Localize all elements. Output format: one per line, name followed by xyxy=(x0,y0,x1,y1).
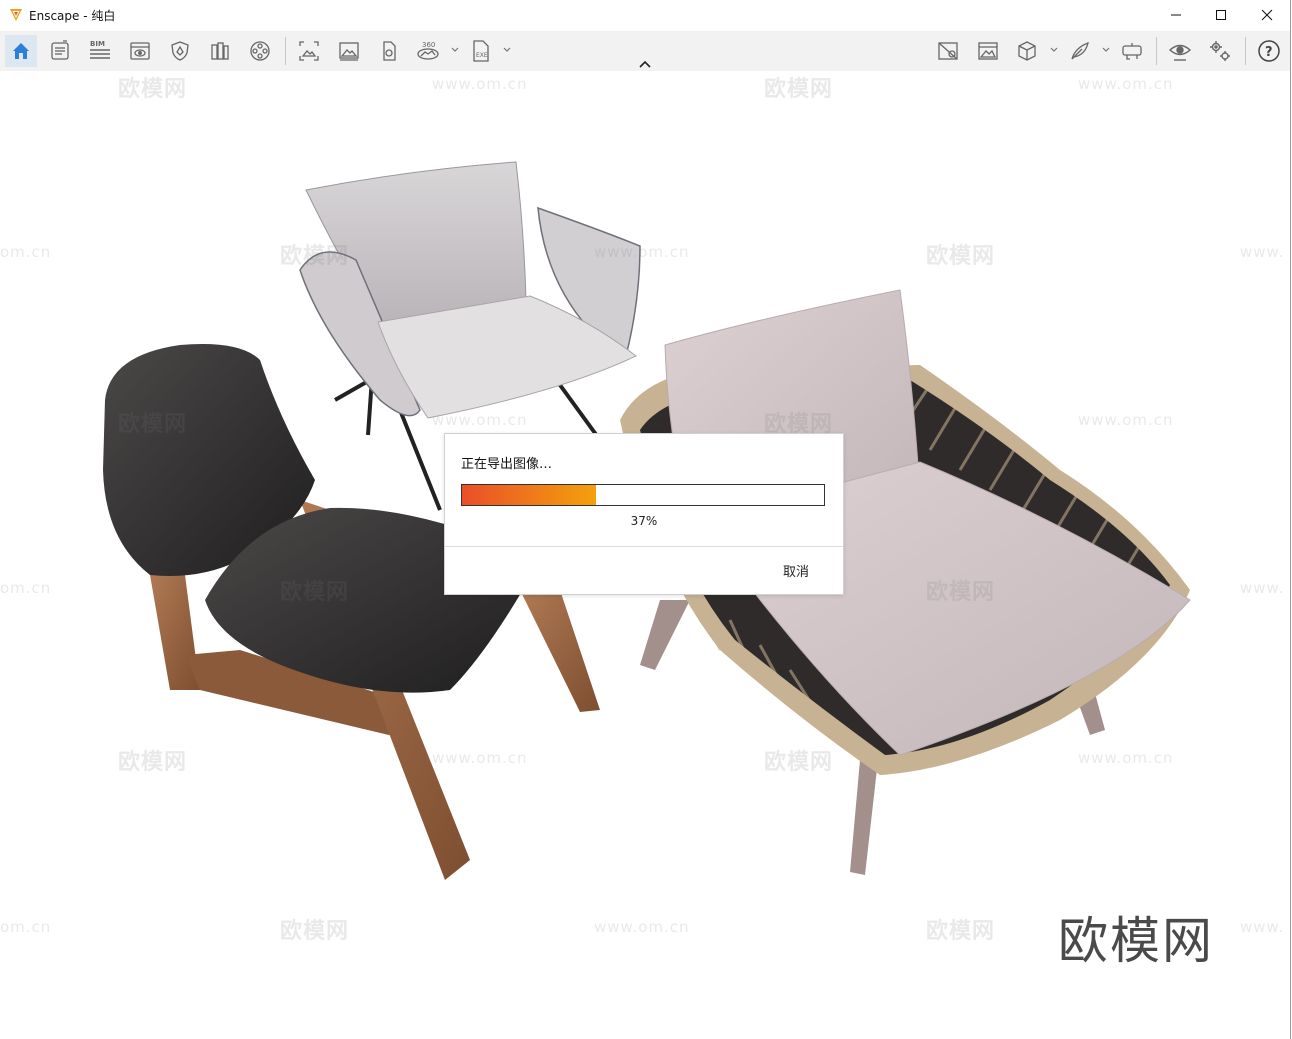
chevron-down-icon[interactable] xyxy=(1101,45,1111,55)
document-name: 纯白 xyxy=(91,9,116,23)
bim-button[interactable]: BIM xyxy=(86,37,114,65)
help-button[interactable]: ? xyxy=(1255,37,1283,65)
gears-icon xyxy=(1210,41,1230,61)
vr-headset-button[interactable] xyxy=(1118,37,1146,65)
watermark-url: www.om.cn xyxy=(594,918,690,936)
maximize-button[interactable] xyxy=(1198,0,1244,30)
watermark-text: 欧模网 xyxy=(764,750,834,775)
screenshot-icon xyxy=(299,41,319,61)
title-separator: - xyxy=(79,9,92,23)
shield-button[interactable] xyxy=(166,37,194,65)
batch-render-icon xyxy=(339,42,359,61)
watermark-url-fragment: om.cn xyxy=(0,918,52,936)
minimize-icon xyxy=(1171,14,1181,16)
books-icon xyxy=(211,42,229,60)
video-reel-icon xyxy=(250,41,270,61)
watermark-url-fragment: www. xyxy=(1240,243,1285,261)
library-button[interactable] xyxy=(206,37,234,65)
watermark-url-fragment: om.cn xyxy=(0,243,52,261)
exe-export-icon: EXE xyxy=(473,40,489,62)
screenshot-button[interactable] xyxy=(295,37,323,65)
chevron-down-icon[interactable] xyxy=(450,45,460,55)
bim-label: BIM xyxy=(90,40,105,48)
watermark-url: www.om.cn xyxy=(1078,749,1174,767)
watermark-url: www.om.cn xyxy=(432,749,528,767)
title-bar[interactable]: Enscape - 纯白 xyxy=(0,0,1290,30)
eye-button[interactable] xyxy=(1166,37,1194,65)
project-notes-icon xyxy=(51,40,69,60)
enscape-window: Enscape - 纯白 BIM 360 EXE ? 欧模网 www.om.cn… xyxy=(0,0,1291,1039)
cube-button[interactable] xyxy=(1013,37,1041,65)
feather-icon xyxy=(1071,41,1089,60)
watermark-url: www.om.cn xyxy=(1078,411,1174,429)
exe-export-button[interactable]: EXE xyxy=(467,37,495,65)
feather-button[interactable] xyxy=(1066,37,1094,65)
svg-text:?: ? xyxy=(1265,45,1273,60)
export-progress-dialog: 正在导出图像… 37% 取消 xyxy=(444,433,844,595)
watermark-text: 欧模网 xyxy=(926,919,996,944)
panorama-label: 360 xyxy=(422,41,435,49)
toolbar-separator xyxy=(1156,37,1157,65)
watermark-url: www.om.cn xyxy=(432,411,528,429)
visual-settings-button[interactable] xyxy=(126,37,154,65)
watermark-text: 欧模网 xyxy=(926,244,996,269)
enscape-logo-icon xyxy=(10,9,22,21)
cancel-button[interactable]: 取消 xyxy=(767,558,825,582)
watermark-text: 欧模网 xyxy=(280,580,350,605)
watermark-url-fragment: om.cn xyxy=(0,579,52,597)
help-icon: ? xyxy=(1258,40,1280,62)
batch-render-button[interactable] xyxy=(335,37,363,65)
dialog-divider xyxy=(445,546,843,547)
watermark-text: 欧模网 xyxy=(118,412,188,437)
vr-headset-icon xyxy=(1122,43,1142,60)
bim-icon: BIM xyxy=(90,40,110,59)
app-name: Enscape xyxy=(29,9,80,23)
brand-watermark: 欧模网 xyxy=(1058,912,1214,970)
settings-button[interactable] xyxy=(1206,37,1234,65)
shield-icon xyxy=(171,41,189,61)
video-editor-button[interactable] xyxy=(246,37,274,65)
progress-bar xyxy=(461,484,825,506)
visual-settings-icon xyxy=(130,42,150,60)
watermark-url-fragment: www. xyxy=(1240,918,1285,936)
toolbar-separator xyxy=(1245,37,1246,65)
progress-percent: 37% xyxy=(630,514,658,528)
watermark-text: 欧模网 xyxy=(118,750,188,775)
maximize-icon xyxy=(1216,10,1226,20)
project-notes-button[interactable] xyxy=(46,37,74,65)
asset-icon xyxy=(383,41,396,61)
close-icon xyxy=(1261,9,1273,21)
watermark-text: 欧模网 xyxy=(280,244,350,269)
views-button[interactable] xyxy=(974,37,1002,65)
panorama-button[interactable]: 360 xyxy=(414,37,442,65)
asset-button[interactable] xyxy=(375,37,403,65)
minimize-button[interactable] xyxy=(1153,0,1199,30)
exe-label: EXE xyxy=(476,52,488,59)
progress-bar-fill xyxy=(462,485,596,505)
panorama-icon: 360 xyxy=(417,41,439,60)
watermark-url: www.om.cn xyxy=(1078,75,1174,93)
watermark-url: www.om.cn xyxy=(594,243,690,261)
watermark-text: 欧模网 xyxy=(764,77,834,102)
chevron-down-icon[interactable] xyxy=(1049,45,1059,55)
watermark-url: www.om.cn xyxy=(432,75,528,93)
home-button[interactable] xyxy=(5,35,37,67)
cube-icon xyxy=(1018,41,1036,61)
watermark-url-fragment: www. xyxy=(1240,579,1285,597)
no-image-icon xyxy=(938,42,958,60)
chevron-down-icon[interactable] xyxy=(502,45,512,55)
views-icon xyxy=(978,42,998,60)
eye-icon xyxy=(1168,44,1192,61)
close-button[interactable] xyxy=(1244,0,1290,30)
watermark-text: 欧模网 xyxy=(280,919,350,944)
dialog-title: 正在导出图像… xyxy=(461,457,553,472)
window-title: Enscape - 纯白 xyxy=(29,7,115,24)
home-icon xyxy=(13,43,29,59)
watermark-text: 欧模网 xyxy=(118,77,188,102)
no-image-button[interactable] xyxy=(934,37,962,65)
toolbar-separator xyxy=(285,37,286,65)
watermark-text: 欧模网 xyxy=(926,580,996,605)
collapse-toolbar-icon[interactable] xyxy=(637,58,653,70)
